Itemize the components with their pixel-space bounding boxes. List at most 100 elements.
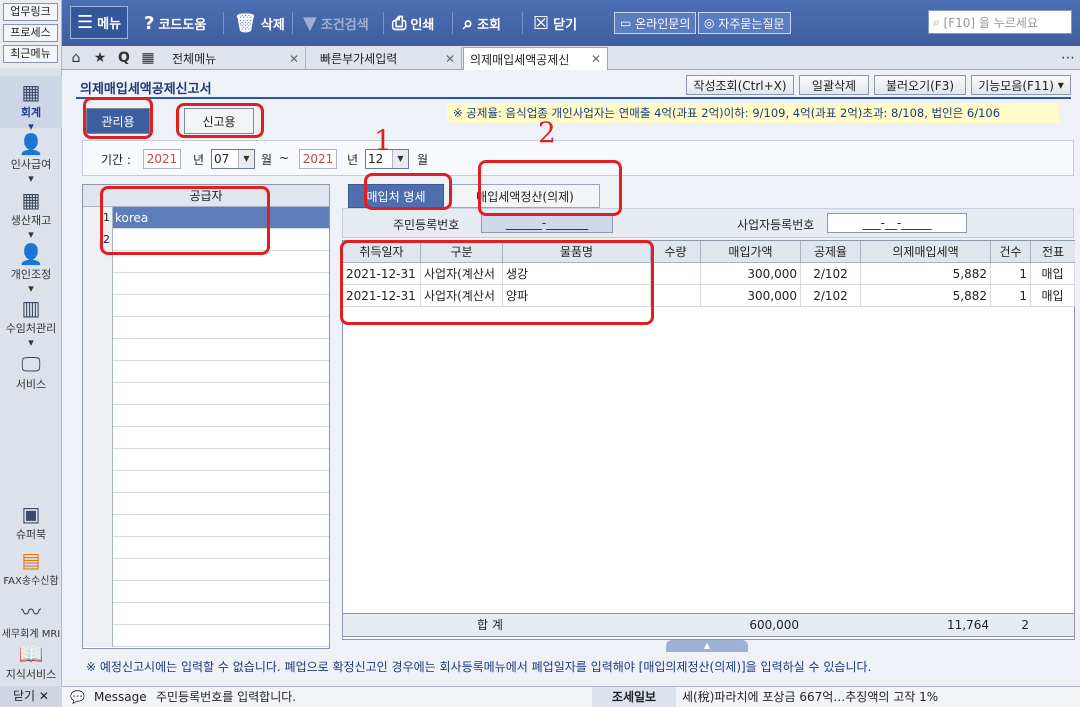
question-bubble-icon: ◎ xyxy=(704,16,719,30)
registration-header: 주민등록번호 ______-_______ 사업자등록번호 ___-__-___… xyxy=(342,208,1074,238)
cell-count[interactable]: 1 xyxy=(991,263,1031,285)
close-button[interactable]: ☒ 닫기 xyxy=(533,7,577,39)
write-lookup-button[interactable]: 작성조회(Ctrl+X) xyxy=(686,75,794,95)
monitor-icon: 🖵 xyxy=(21,352,41,376)
end-month-select[interactable]: 12 ▼ xyxy=(365,149,409,169)
main-content: 의제매입세액공제신고서 작성조회(Ctrl+X) 일괄삭제 불러오기(F3) 기… xyxy=(66,70,1080,686)
lookup-button[interactable]: ⌕ 조회 xyxy=(463,7,501,39)
news-label[interactable]: 조세일보 xyxy=(592,687,676,707)
quick-link-recent[interactable]: 최근메뉴 xyxy=(3,45,58,63)
nav-accounting[interactable]: ▦ 회계 ▾ xyxy=(0,76,62,133)
cell-type[interactable]: 사업자(계산서 xyxy=(421,263,503,285)
grid-icon: ▦ xyxy=(21,188,41,212)
mode-tab-report[interactable]: 신고용 xyxy=(184,108,254,134)
cell-amount[interactable]: 300,000 xyxy=(701,285,801,307)
search-input[interactable]: ⌕ [F10] 을 누르세요 xyxy=(928,10,1072,34)
building-icon: ▥ xyxy=(21,296,41,320)
tab-close-icon[interactable]: ✕ xyxy=(591,52,601,66)
faq-button[interactable]: ◎ 자주묻는질문 xyxy=(698,12,791,34)
tab-close-icon[interactable]: ✕ xyxy=(289,52,299,66)
cell-item[interactable]: 생강 xyxy=(503,263,651,285)
cell-quantity[interactable] xyxy=(651,263,701,285)
bulk-delete-button[interactable]: 일괄삭제 xyxy=(799,75,869,95)
nav-close-button[interactable]: 닫기 ✕ xyxy=(0,686,62,707)
nav-knowledge[interactable]: 📖 지식서비스 xyxy=(0,642,62,682)
tab-bar: ⌂ ★ Q ▦ 전체메뉴 ✕ 빠른부가세입력 ✕ 의제매입세액공제신 ✕ ⋯ xyxy=(62,46,1080,70)
total-tax: 11,764 xyxy=(947,618,989,632)
person-icon: 👤 xyxy=(18,242,44,266)
quick-search-icon[interactable]: Q xyxy=(114,48,134,68)
nav-production[interactable]: ▦ 생산재고 ▾ xyxy=(0,188,62,241)
title-divider xyxy=(76,97,1071,99)
delete-button[interactable]: 🗑 삭제 xyxy=(234,7,285,39)
open-book-icon: 📖 xyxy=(18,642,44,666)
total-label: 합 계 xyxy=(477,618,503,632)
star-icon[interactable]: ★ xyxy=(90,48,110,68)
expand-handle[interactable]: ▲ xyxy=(666,640,748,652)
status-bar: 💬 Message 주민등록번호를 입력합니다. 조세일보 세(稅)파라치에 포… xyxy=(62,686,1080,707)
supplier-row[interactable]: 1 korea xyxy=(83,207,329,229)
cell-quantity[interactable] xyxy=(651,285,701,307)
cell-amount[interactable]: 300,000 xyxy=(701,263,801,285)
cell-voucher[interactable]: 매입 xyxy=(1031,263,1075,285)
close-icon: ✕ xyxy=(38,689,49,703)
cell-voucher[interactable]: 매입 xyxy=(1031,285,1075,307)
functions-button[interactable]: 기능모음(F11) ▾ xyxy=(971,75,1071,95)
cell-type[interactable]: 사업자(계산서 xyxy=(421,285,503,307)
nav-superbook[interactable]: ▣ 슈퍼북 xyxy=(0,502,62,542)
resident-number-field[interactable]: ______-_______ xyxy=(481,213,613,233)
nav-tax-mri[interactable]: 〰 세무회계 MRI xyxy=(0,596,62,640)
cell-count[interactable]: 1 xyxy=(991,285,1031,307)
nav-fax[interactable]: ▤ FAX송수신함 xyxy=(0,548,62,587)
start-year-field[interactable]: 2021 xyxy=(143,149,181,169)
cell-item[interactable]: 양파 xyxy=(503,285,651,307)
cell-rate[interactable]: 2/102 xyxy=(801,285,861,307)
more-tabs-icon[interactable]: ⋯ xyxy=(1058,48,1078,68)
magnifier-icon: ⌕ xyxy=(463,12,474,34)
status-message: 주민등록번호를 입력합니다. xyxy=(156,690,297,704)
supplier-header: 공급자 xyxy=(83,185,329,207)
tab-quick-vat[interactable]: 빠른부가세입력 ✕ xyxy=(314,47,462,70)
cell-rate[interactable]: 2/102 xyxy=(801,263,861,285)
news-ticker[interactable]: 세(稅)파라치에 포상금 667억…추징액의 고작 1% xyxy=(682,687,938,707)
cell-date[interactable]: 2021-12-31 xyxy=(343,263,421,285)
business-number-field[interactable]: ___-__-_____ xyxy=(827,213,967,233)
grid-menu-icon[interactable]: ▦ xyxy=(138,48,158,68)
nav-service[interactable]: 🖵 서비스 xyxy=(0,352,62,392)
dropdown-icon: ▾ xyxy=(1057,78,1064,92)
col-purchase-amount: 매입가액 xyxy=(701,241,801,263)
period-filter: 기간 : 2021 년 07 ▼ 월 ~ 2021 년 12 ▼ 월 xyxy=(82,140,1074,176)
nav-hr-payroll[interactable]: 👤 인사급여 ▾ xyxy=(0,132,62,185)
tab-all-menu[interactable]: 전체메뉴 ✕ xyxy=(166,47,306,70)
start-month-select[interactable]: 07 ▼ xyxy=(211,149,255,169)
mode-tab-management[interactable]: 관리용 xyxy=(86,108,150,134)
code-help-button[interactable]: ? 코드도움 xyxy=(144,7,206,39)
purchase-detail-grid: 취득일자 구분 물품명 수량 매입가액 공제율 의제매입세액 건수 전표 202… xyxy=(342,240,1075,640)
supplier-row[interactable]: 2 xyxy=(83,229,329,251)
quick-link-process[interactable]: 프로세스 xyxy=(3,24,58,42)
tab-purchase-detail[interactable]: 매입처 명세 xyxy=(348,184,444,208)
tab-input-tax-settlement[interactable]: 매입세액정산(의제) xyxy=(450,184,600,208)
col-deemed-tax: 의제매입세액 xyxy=(861,241,991,263)
nav-personal-adjust[interactable]: 👤 개인조정 ▾ xyxy=(0,242,62,295)
search-icon: ⌕ xyxy=(933,14,944,29)
menu-button[interactable]: ☰ 메뉴 xyxy=(70,6,128,39)
cell-date[interactable]: 2021-12-31 xyxy=(343,285,421,307)
cell-tax[interactable]: 5,882 xyxy=(861,263,991,285)
quick-link-work[interactable]: 업무링크 xyxy=(3,3,58,21)
col-acquired-date: 취득일자 xyxy=(343,241,421,263)
online-inquiry-button[interactable]: ▭ 온라인문의 xyxy=(614,12,697,34)
load-button[interactable]: 불러오기(F3) xyxy=(874,75,966,95)
home-icon[interactable]: ⌂ xyxy=(66,48,86,68)
nav-client-mgmt[interactable]: ▥ 수임처관리 ▾ xyxy=(0,296,62,349)
cond-search-button[interactable]: ▼ 조건검색 xyxy=(303,7,369,39)
trash-icon: 🗑 xyxy=(234,12,257,34)
print-button[interactable]: ⎙ 인쇄 xyxy=(392,7,434,39)
tab-close-icon[interactable]: ✕ xyxy=(445,52,455,66)
tab-deemed-input[interactable]: 의제매입세액공제신 ✕ xyxy=(463,47,608,70)
fax-icon: ▤ xyxy=(21,548,41,572)
filter-icon: ▼ xyxy=(303,12,317,34)
deduction-rate-info: ※ 공제율: 음식업종 개인사업자는 연매출 4억(과표 2억)이하: 9/10… xyxy=(447,103,1059,123)
end-year-field[interactable]: 2021 xyxy=(299,149,337,169)
cell-tax[interactable]: 5,882 xyxy=(861,285,991,307)
